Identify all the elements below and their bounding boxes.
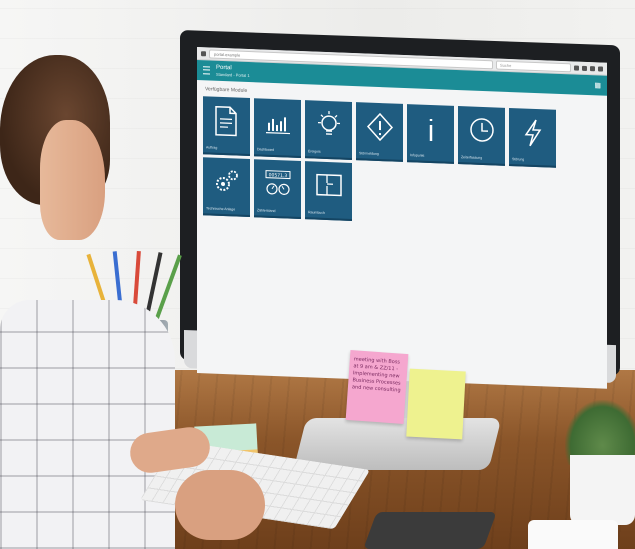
tile-raumbuch[interactable]: Raumbuch — [305, 161, 352, 221]
photo-scene: portal.example Suche Portal Standard - P… — [0, 0, 635, 549]
lightbulb-icon — [318, 111, 340, 135]
search-input[interactable]: Suche — [496, 59, 571, 72]
download-icon[interactable] — [590, 65, 595, 71]
mug — [528, 520, 618, 549]
menu-icon[interactable] — [598, 65, 603, 72]
screen: portal.example Suche Portal Standard - P… — [197, 47, 607, 389]
document-icon — [215, 105, 237, 137]
sticky-note-text: meeting with Boss at 9 am & ZZ/11 - Impl… — [351, 356, 401, 394]
module-tiles: Auftrag Dashboard Ereignis Störmeldung I… — [197, 96, 607, 231]
person-shirt — [0, 300, 175, 549]
meter-icon: 00571.3 — [265, 170, 291, 195]
sticky-note-yellow — [406, 368, 466, 440]
tile-zeiterfassung[interactable]: Zeiterfassung — [458, 106, 505, 166]
tile-technische-anlage[interactable]: Technische Anlage — [203, 157, 250, 218]
tile-zaehlerstand[interactable]: 00571.3 Zählerstand — [254, 159, 301, 219]
tile-stoerung[interactable]: Störung — [509, 107, 556, 168]
apps-grid-icon[interactable]: ▦ — [594, 81, 601, 89]
tile-stoermeldung[interactable]: Störmeldung — [356, 102, 403, 162]
person-face — [40, 120, 105, 240]
meter-readout: 00571.3 — [269, 172, 288, 179]
gears-icon — [216, 170, 238, 192]
clock-icon — [470, 118, 494, 142]
app-subtitle: Standard - Portal 1 — [216, 71, 250, 79]
sticky-note-pink: meeting with Boss at 9 am & ZZ/11 - Impl… — [345, 350, 409, 424]
info-icon — [429, 118, 433, 142]
plant-pot — [570, 455, 635, 525]
hamburger-menu-icon[interactable] — [203, 66, 210, 75]
floorplan-icon — [316, 173, 342, 197]
tile-infopunkt[interactable]: Infopunkt — [407, 104, 454, 164]
lightning-icon — [524, 119, 542, 147]
mouse-pad — [363, 512, 497, 549]
person-hand — [175, 470, 265, 540]
tile-auftrag[interactable]: Auftrag — [203, 96, 250, 157]
home-icon[interactable] — [582, 65, 587, 71]
bookmark-icon[interactable] — [574, 64, 579, 71]
bar-chart-icon — [266, 117, 290, 135]
warning-icon — [366, 112, 394, 142]
tile-dashboard[interactable]: Dashboard — [254, 98, 301, 158]
back-icon[interactable] — [201, 50, 206, 56]
tile-ereignis[interactable]: Ereignis — [305, 100, 352, 160]
